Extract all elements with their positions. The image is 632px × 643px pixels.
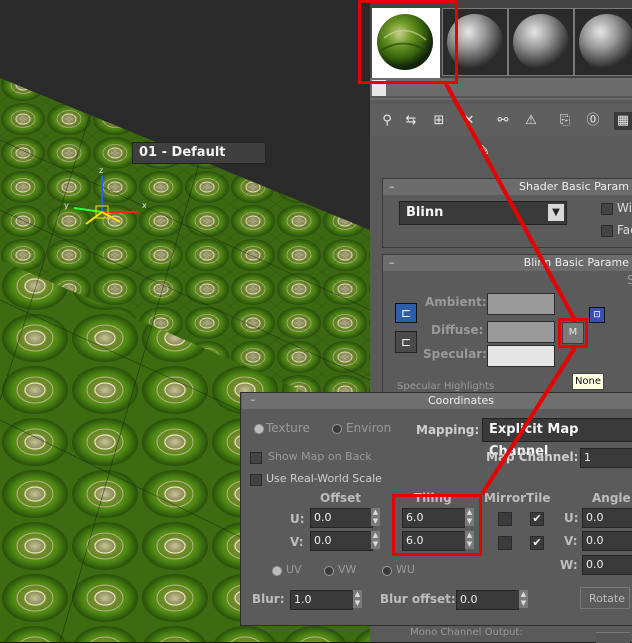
annotation-arrow-1 (443, 81, 578, 323)
highlight-material-slot (358, 0, 458, 84)
highlight-tiling-fields (392, 494, 482, 556)
highlight-map-button (558, 318, 588, 348)
annotation-overlay (443, 81, 578, 496)
annotation-arrow-2 (480, 344, 578, 496)
